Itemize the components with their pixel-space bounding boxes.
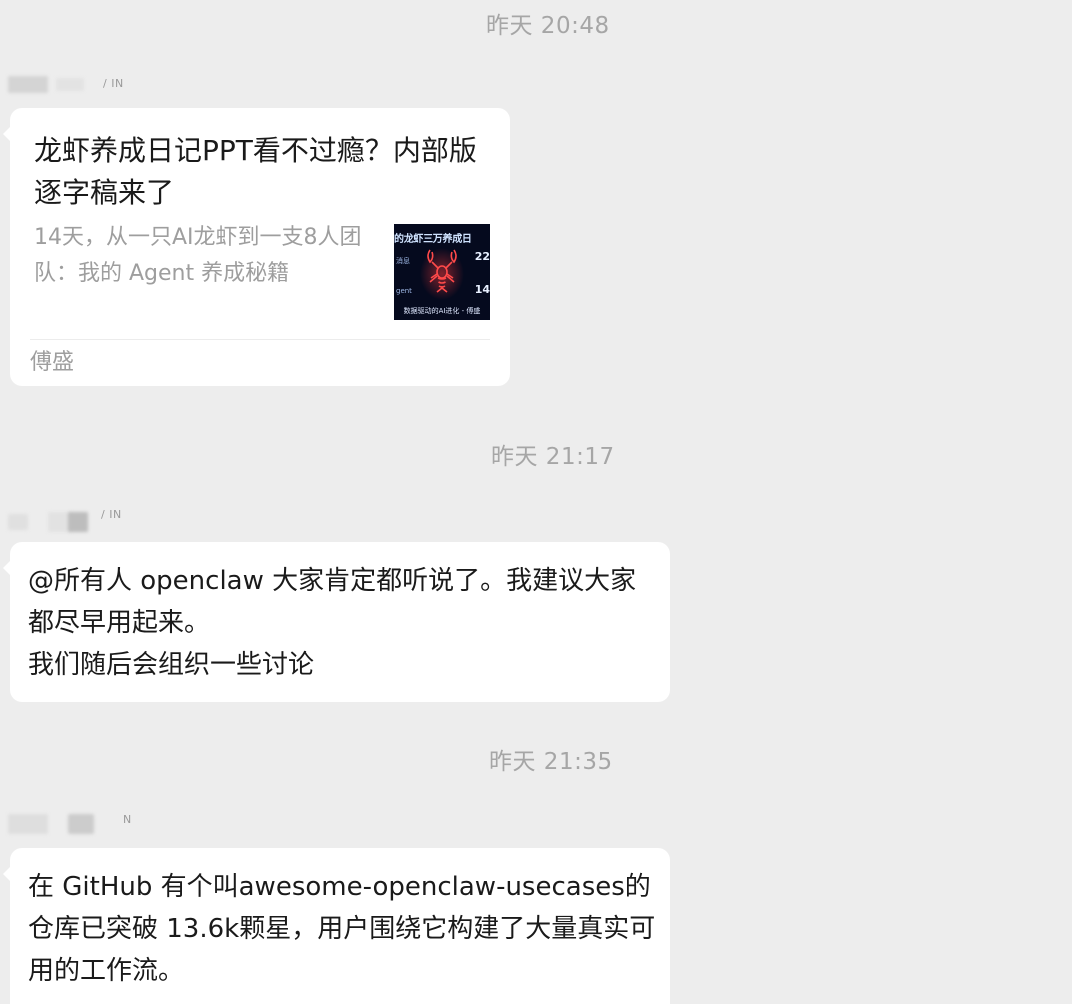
message-text: 在 GitHub 有个叫awesome-openclaw-usecases的仓库… [28, 872, 656, 986]
timestamp: 昨天 20:48 [486, 13, 610, 39]
article-title: 龙虾养成日记PPT看不过瘾？内部版逐字稿来了 [34, 134, 477, 209]
card-divider [30, 339, 490, 340]
timestamp: 昨天 21:17 [491, 444, 615, 470]
message-bubble[interactable]: 在 GitHub 有个叫awesome-openclaw-usecases的仓库… [3, 848, 670, 1004]
blurred-name [56, 78, 84, 91]
sender-name: / IN [8, 506, 138, 532]
article-card-bubble[interactable]: 龙虾养成日记PPT看不过瘾？内部版逐字稿来了 14天，从一只AI龙虾到一支8人团… [3, 108, 510, 386]
sender-tag: / IN [103, 77, 124, 90]
thumbnail-footer: 数据驱动的AI进化 - 傅盛 [403, 307, 481, 315]
thumbnail-side-label: 消息 [396, 257, 410, 265]
article-thumbnail: 的龙虾三万养成日 消息 gent 22 14 数据驱动的AI进化 - 傅盛 [394, 224, 490, 320]
blurred-name [68, 512, 88, 532]
sender-name: / IN [8, 74, 138, 96]
message-text: @所有人 openclaw 大家肯定都听说了。我建议大家都尽早用起来。 我们随后… [28, 566, 637, 680]
blurred-avatar-name [8, 76, 48, 93]
article-description: 14天，从一只AI龙虾到一支8人团队：我的 Agent 养成秘籍 [34, 225, 362, 286]
sender-tag: N [123, 813, 132, 826]
blurred-name [68, 814, 94, 834]
lobster-icon [420, 248, 464, 300]
chat-window: 昨天 20:48 / IN 龙虾养成日记PPT看不过瘾？内部版逐字稿来了 14天… [0, 0, 1072, 1004]
thumbnail-number: 14 [474, 283, 490, 296]
article-source: 傅盛 [30, 350, 75, 375]
thumbnail-title: 的龙虾三万养成日 [394, 234, 472, 245]
thumbnail-side-label: gent [396, 287, 412, 295]
message-bubble[interactable]: @所有人 openclaw 大家肯定都听说了。我建议大家都尽早用起来。 我们随后… [3, 542, 670, 702]
sender-tag: / IN [101, 508, 122, 521]
thumbnail-number: 22 [474, 250, 490, 263]
sender-name: N [8, 812, 138, 834]
blurred-avatar-name [8, 514, 28, 530]
blurred-avatar-name [8, 814, 48, 834]
timestamp: 昨天 21:35 [489, 749, 613, 775]
